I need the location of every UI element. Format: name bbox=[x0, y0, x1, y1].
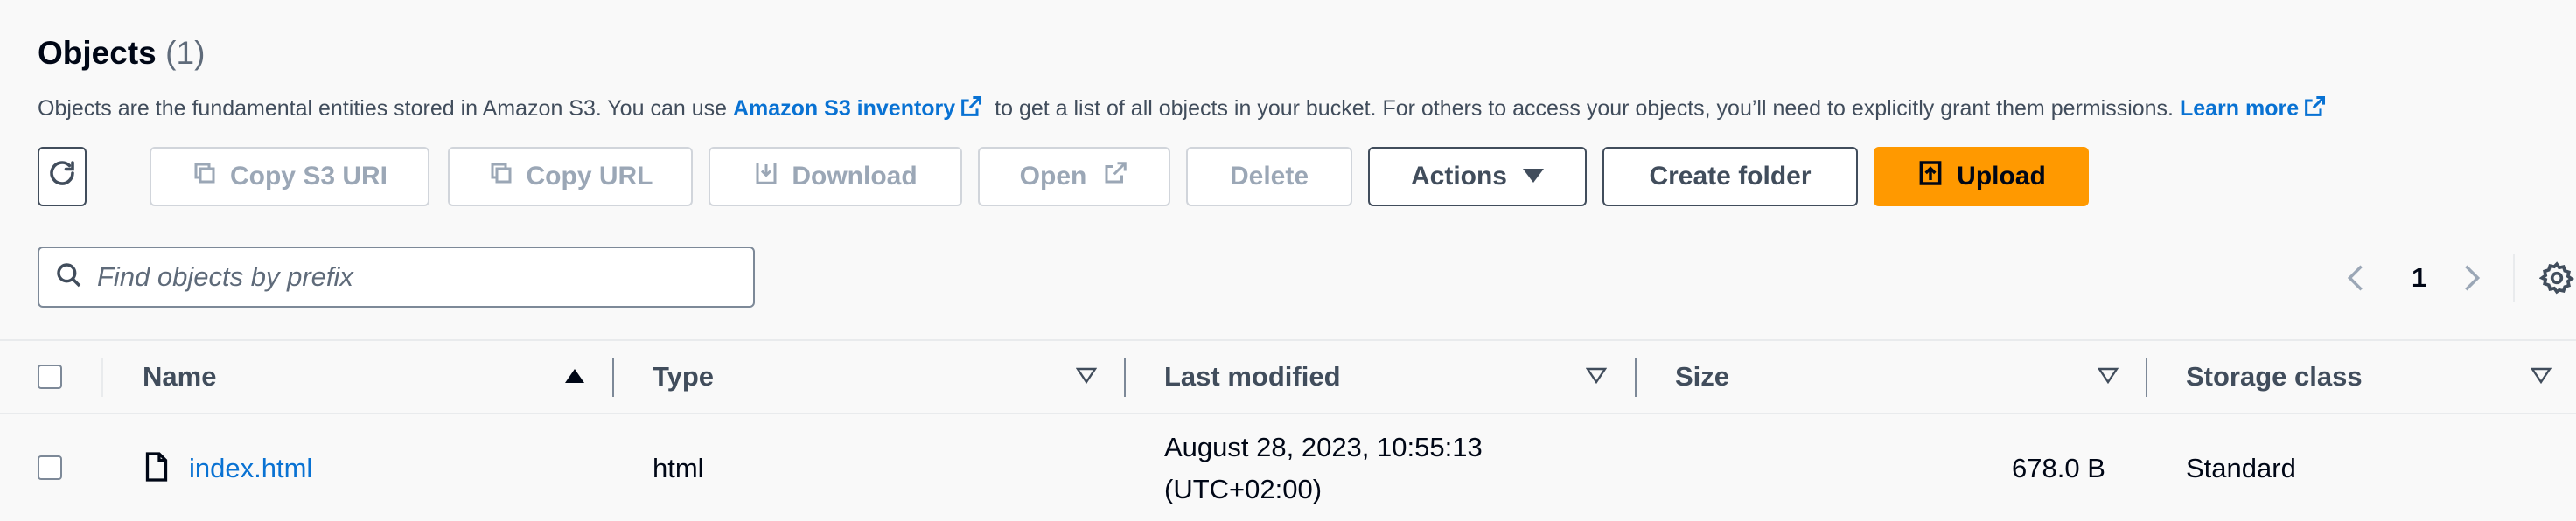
sort-icon[interactable] bbox=[2097, 367, 2119, 389]
chevron-right-icon[interactable] bbox=[2461, 264, 2483, 296]
upload-label: Upload bbox=[1957, 162, 2046, 191]
column-divider[interactable] bbox=[1124, 358, 1126, 397]
s3-inventory-link[interactable]: Amazon S3 inventory bbox=[733, 95, 988, 121]
copy-url-label: Copy URL bbox=[526, 162, 653, 191]
sort-ascending-icon[interactable] bbox=[564, 367, 585, 389]
learn-more-link[interactable]: Learn more bbox=[2180, 95, 2332, 121]
copy-s3-uri-button[interactable]: Copy S3 URI bbox=[150, 147, 429, 206]
object-count: (1) bbox=[165, 35, 206, 71]
table-row: index.html html August 28, 2023, 10:55:1… bbox=[0, 414, 2576, 521]
description-text-2: to get a list of all objects in your buc… bbox=[995, 96, 2175, 121]
external-link-icon bbox=[1102, 160, 1128, 193]
refresh-button[interactable] bbox=[38, 147, 87, 206]
copy-icon bbox=[192, 160, 218, 193]
description-text-1: Objects are the fundamental entities sto… bbox=[38, 96, 728, 121]
storage-class-cell: Standard bbox=[2186, 453, 2296, 483]
sort-icon[interactable] bbox=[2530, 367, 2552, 389]
select-all-checkbox[interactable] bbox=[38, 365, 62, 389]
external-link-icon bbox=[2302, 94, 2327, 125]
external-link-icon bbox=[959, 94, 983, 125]
object-name-link[interactable]: index.html bbox=[189, 453, 312, 483]
search-icon bbox=[55, 261, 83, 294]
object-name-cell[interactable]: index.html bbox=[189, 453, 312, 484]
object-type-cell: html bbox=[653, 453, 704, 483]
sort-icon[interactable] bbox=[1075, 367, 1098, 389]
open-label: Open bbox=[1019, 162, 1087, 191]
page-number[interactable]: 1 bbox=[2412, 262, 2426, 294]
actions-dropdown-button[interactable]: Actions bbox=[1368, 147, 1587, 206]
file-icon bbox=[143, 451, 170, 487]
column-header-name[interactable]: Name bbox=[143, 341, 216, 413]
table-header: Name Type Last modified Size Storage cla… bbox=[0, 339, 2576, 414]
pagination: 1 bbox=[2314, 254, 2576, 302]
search-box[interactable] bbox=[38, 247, 755, 308]
copy-icon bbox=[488, 160, 514, 193]
column-divider[interactable] bbox=[612, 358, 614, 397]
column-divider[interactable] bbox=[2146, 358, 2147, 397]
gear-icon[interactable] bbox=[2538, 260, 2575, 300]
upload-icon bbox=[1916, 159, 1944, 194]
column-header-storage-class[interactable]: Storage class bbox=[2186, 341, 2363, 413]
open-button[interactable]: Open bbox=[978, 147, 1170, 206]
delete-button[interactable]: Delete bbox=[1186, 147, 1352, 206]
pagination-divider bbox=[2513, 254, 2515, 302]
page-title: Objects bbox=[38, 35, 157, 71]
delete-label: Delete bbox=[1229, 162, 1309, 191]
download-label: Download bbox=[792, 162, 918, 191]
create-folder-label: Create folder bbox=[1649, 162, 1812, 191]
sort-icon[interactable] bbox=[1585, 367, 1608, 389]
create-folder-button[interactable]: Create folder bbox=[1602, 147, 1858, 206]
chevron-left-icon[interactable] bbox=[2344, 264, 2367, 296]
copy-url-button[interactable]: Copy URL bbox=[448, 147, 693, 206]
column-header-type[interactable]: Type bbox=[653, 341, 714, 413]
last-modified-timezone: (UTC+02:00) bbox=[1164, 474, 1323, 504]
column-header-size[interactable]: Size bbox=[1675, 341, 1729, 413]
object-size-cell: 678.0 B bbox=[2012, 453, 2105, 483]
objects-header: Objects (1) bbox=[38, 35, 205, 72]
actions-label: Actions bbox=[1410, 162, 1507, 191]
objects-description: Objects are the fundamental entities sto… bbox=[38, 94, 2332, 125]
column-header-last-modified[interactable]: Last modified bbox=[1164, 341, 1341, 413]
upload-button[interactable]: Upload bbox=[1874, 147, 2089, 206]
search-input[interactable] bbox=[95, 260, 711, 294]
download-button[interactable]: Download bbox=[709, 147, 962, 206]
refresh-icon bbox=[46, 157, 78, 196]
copy-s3-uri-label: Copy S3 URI bbox=[229, 162, 388, 191]
column-divider bbox=[101, 358, 103, 397]
last-modified-cell: August 28, 2023, 10:55:13 bbox=[1164, 432, 1483, 462]
caret-down-icon bbox=[1523, 162, 1544, 191]
download-icon bbox=[753, 160, 779, 193]
column-divider[interactable] bbox=[1635, 358, 1637, 397]
row-checkbox[interactable] bbox=[38, 455, 62, 480]
